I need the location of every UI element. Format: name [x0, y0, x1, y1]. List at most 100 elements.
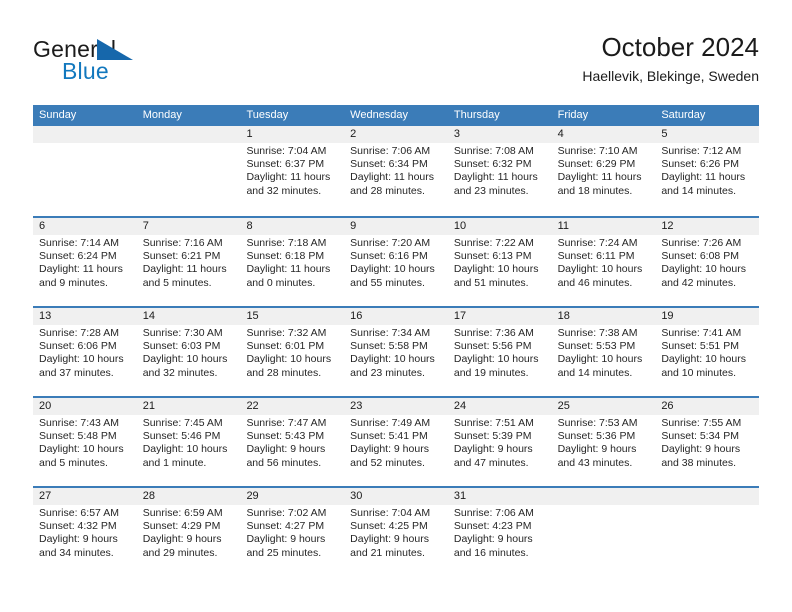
- day-details: Sunrise: 7:41 AM Sunset: 5:51 PM Daylight:…: [655, 325, 759, 380]
- calendar-day-cell[interactable]: 18 Sunrise: 7:38 AM Sunset: 5:53 PM Dayligh…: [551, 308, 656, 396]
- day-details: Sunrise: 7:34 AM Sunset: 5:58 PM Daylight:…: [344, 325, 448, 380]
- sunrise-text: Sunrise: 7:28 AM: [39, 327, 119, 339]
- calendar-day-cell[interactable]: 19 Sunrise: 7:41 AM Sunset: 5:51 PM Dayligh…: [655, 308, 760, 396]
- logo-triangle-icon: [97, 39, 133, 60]
- day-details: Sunrise: 7:22 AM Sunset: 6:13 PM Daylight:…: [448, 235, 552, 290]
- calendar-day-cell[interactable]: 20 Sunrise: 7:43 AM Sunset: 5:48 PM Dayligh…: [33, 398, 137, 486]
- weekday-header-saturday: Saturday: [661, 109, 706, 121]
- sunset-text: Sunset: 5:46 PM: [142, 430, 221, 443]
- calendar-day-cell[interactable]: 3 Sunrise: 7:08 AM Sunset: 6:32 PM Daylight…: [447, 126, 552, 216]
- sunrise-text: Sunrise: 7:20 AM: [350, 237, 431, 249]
- sunrise-text: Sunrise: 7:45 AM: [142, 417, 223, 429]
- sunrise-text: Sunrise: 7:47 AM: [246, 417, 327, 429]
- day-details: Sunrise: 7:06 AM Sunset: 4:23 PM Daylight:…: [448, 505, 552, 560]
- calendar-day-cell[interactable]: 10 Sunrise: 7:22 AM Sunset: 6:13 PM Dayligh…: [447, 218, 552, 306]
- day-number: [136, 126, 241, 143]
- day-number: [655, 488, 760, 505]
- sunset-text: Sunset: 5:53 PM: [557, 340, 636, 353]
- calendar-day-cell[interactable]: 7 Sunrise: 7:16 AM Sunset: 6:21 PM Daylight…: [136, 218, 241, 306]
- daylight-text: Daylight: 10 hours and 37 minutes.: [39, 353, 124, 379]
- day-details: Sunrise: 7:24 AM Sunset: 6:11 PM Daylight:…: [552, 235, 656, 290]
- day-details: Sunrise: 7:38 AM Sunset: 5:53 PM Daylight:…: [552, 325, 656, 380]
- sunset-text: Sunset: 6:24 PM: [39, 250, 117, 263]
- daylight-text: Daylight: 9 hours and 43 minutes.: [557, 443, 637, 469]
- daylight-text: Daylight: 9 hours and 25 minutes.: [246, 533, 326, 559]
- calendar-day-cell[interactable]: 24 Sunrise: 7:51 AM Sunset: 5:39 PM Dayligh…: [447, 398, 552, 486]
- weekday-header-sunday: Sunday: [39, 109, 77, 121]
- day-number: 16: [344, 308, 448, 325]
- calendar-day-cell[interactable]: 22 Sunrise: 7:47 AM Sunset: 5:43 PM Dayligh…: [240, 398, 345, 486]
- calendar-day-cell[interactable]: 29 Sunrise: 7:02 AM Sunset: 4:27 PM Dayligh…: [240, 488, 345, 576]
- sunrise-text: Sunrise: 7:18 AM: [246, 237, 327, 249]
- daylight-text: Daylight: 10 hours and 23 minutes.: [350, 353, 435, 379]
- daylight-text: Daylight: 10 hours and 5 minutes.: [39, 443, 124, 469]
- calendar-day-cell[interactable]: 27 Sunrise: 6:57 AM Sunset: 4:32 PM Dayligh…: [33, 488, 137, 576]
- calendar-day-cell[interactable]: 30 Sunrise: 7:04 AM Sunset: 4:25 PM Dayligh…: [344, 488, 448, 576]
- sunrise-text: Sunrise: 7:32 AM: [246, 327, 327, 339]
- sunrise-text: Sunrise: 7:49 AM: [350, 417, 431, 429]
- calendar-day-cell[interactable]: 13 Sunrise: 7:28 AM Sunset: 6:06 PM Dayligh…: [33, 308, 137, 396]
- day-number: 15: [240, 308, 345, 325]
- sunset-text: Sunset: 6:06 PM: [39, 340, 117, 353]
- calendar-day-cell[interactable]: 28 Sunrise: 6:59 AM Sunset: 4:29 PM Dayligh…: [136, 488, 241, 576]
- calendar-day-cell[interactable]: 12 Sunrise: 7:26 AM Sunset: 6:08 PM Dayligh…: [655, 218, 760, 306]
- calendar-day-cell[interactable]: 17 Sunrise: 7:36 AM Sunset: 5:56 PM Dayligh…: [447, 308, 552, 396]
- day-number: 19: [655, 308, 760, 325]
- day-number: 21: [136, 398, 241, 415]
- page-header: General Blue October 2024 Haellevik, Ble…: [33, 30, 759, 98]
- day-number: 8: [240, 218, 345, 235]
- calendar-day-cell[interactable]: 14 Sunrise: 7:30 AM Sunset: 6:03 PM Dayligh…: [136, 308, 241, 396]
- calendar-day-cell[interactable]: 1 Sunrise: 7:04 AM Sunset: 6:37 PM Daylight…: [240, 126, 345, 216]
- calendar-day-cell[interactable]: 23 Sunrise: 7:49 AM Sunset: 5:41 PM Dayligh…: [344, 398, 448, 486]
- day-details: Sunrise: 7:04 AM Sunset: 6:37 PM Daylight:…: [240, 143, 344, 198]
- sunrise-text: Sunrise: 7:08 AM: [453, 145, 534, 157]
- sunset-text: Sunset: 4:29 PM: [142, 520, 221, 533]
- calendar-day-cell[interactable]: 21 Sunrise: 7:45 AM Sunset: 5:46 PM Dayligh…: [136, 398, 241, 486]
- day-number: [33, 126, 137, 143]
- daylight-text: Daylight: 10 hours and 46 minutes.: [557, 263, 643, 289]
- weekday-header-wednesday: Wednesday: [350, 109, 409, 121]
- calendar-day-cell[interactable]: 15 Sunrise: 7:32 AM Sunset: 6:01 PM Dayligh…: [240, 308, 345, 396]
- calendar-day-cell[interactable]: 26 Sunrise: 7:55 AM Sunset: 5:34 PM Dayligh…: [655, 398, 760, 486]
- day-details: Sunrise: 7:06 AM Sunset: 6:34 PM Daylight:…: [344, 143, 448, 198]
- day-details: Sunrise: 7:20 AM Sunset: 6:16 PM Daylight:…: [344, 235, 448, 290]
- sunset-text: Sunset: 4:27 PM: [246, 520, 325, 533]
- sunset-text: Sunset: 6:29 PM: [557, 158, 636, 171]
- day-number: 2: [344, 126, 448, 143]
- calendar-day-cell[interactable]: 16 Sunrise: 7:34 AM Sunset: 5:58 PM Dayligh…: [344, 308, 448, 396]
- day-number: 26: [655, 398, 760, 415]
- general-blue-logo: General Blue: [33, 36, 263, 92]
- day-number: [551, 488, 656, 505]
- day-details: Sunrise: 7:49 AM Sunset: 5:41 PM Daylight:…: [344, 415, 448, 470]
- day-number: 7: [136, 218, 241, 235]
- day-number: 1: [240, 126, 345, 143]
- calendar-day-cell[interactable]: 9 Sunrise: 7:20 AM Sunset: 6:16 PM Daylight…: [344, 218, 448, 306]
- calendar-day-cell[interactable]: 5 Sunrise: 7:12 AM Sunset: 6:26 PM Daylight…: [655, 126, 760, 216]
- sunrise-text: Sunrise: 7:43 AM: [39, 417, 119, 429]
- calendar-day-cell[interactable]: 11 Sunrise: 7:24 AM Sunset: 6:11 PM Dayligh…: [551, 218, 656, 306]
- sunrise-text: Sunrise: 7:41 AM: [661, 327, 742, 339]
- sunset-text: Sunset: 6:37 PM: [246, 158, 325, 171]
- day-number: 30: [344, 488, 448, 505]
- calendar-day-cell[interactable]: 31 Sunrise: 7:06 AM Sunset: 4:23 PM Dayligh…: [447, 488, 552, 576]
- day-number: 24: [447, 398, 552, 415]
- sunrise-text: Sunrise: 7:53 AM: [557, 417, 638, 429]
- calendar-day-cell-empty: [136, 126, 241, 216]
- page-title: October 2024: [601, 32, 759, 62]
- sunset-text: Sunset: 6:16 PM: [350, 250, 428, 263]
- calendar-day-cell[interactable]: 25 Sunrise: 7:53 AM Sunset: 5:36 PM Dayligh…: [551, 398, 656, 486]
- calendar-week-row: 6 Sunrise: 7:14 AM Sunset: 6:24 PM Daylight…: [33, 216, 760, 306]
- calendar-weeks: 1 Sunrise: 7:04 AM Sunset: 6:37 PM Daylight…: [33, 126, 760, 576]
- daylight-text: Daylight: 11 hours and 23 minutes.: [453, 171, 538, 197]
- sunrise-text: Sunrise: 7:16 AM: [142, 237, 223, 249]
- day-number: 20: [33, 398, 137, 415]
- calendar-day-cell[interactable]: 8 Sunrise: 7:18 AM Sunset: 6:18 PM Daylight…: [240, 218, 345, 306]
- calendar-day-cell[interactable]: 6 Sunrise: 7:14 AM Sunset: 6:24 PM Daylight…: [33, 218, 137, 306]
- calendar-day-cell[interactable]: 4 Sunrise: 7:10 AM Sunset: 6:29 PM Daylight…: [551, 126, 656, 216]
- sunrise-text: Sunrise: 7:02 AM: [246, 507, 327, 519]
- day-number: 31: [447, 488, 552, 505]
- daylight-text: Daylight: 11 hours and 28 minutes.: [350, 171, 435, 197]
- day-number: 25: [551, 398, 656, 415]
- calendar-day-cell[interactable]: 2 Sunrise: 7:06 AM Sunset: 6:34 PM Daylight…: [344, 126, 448, 216]
- weekday-header-monday: Monday: [142, 109, 182, 121]
